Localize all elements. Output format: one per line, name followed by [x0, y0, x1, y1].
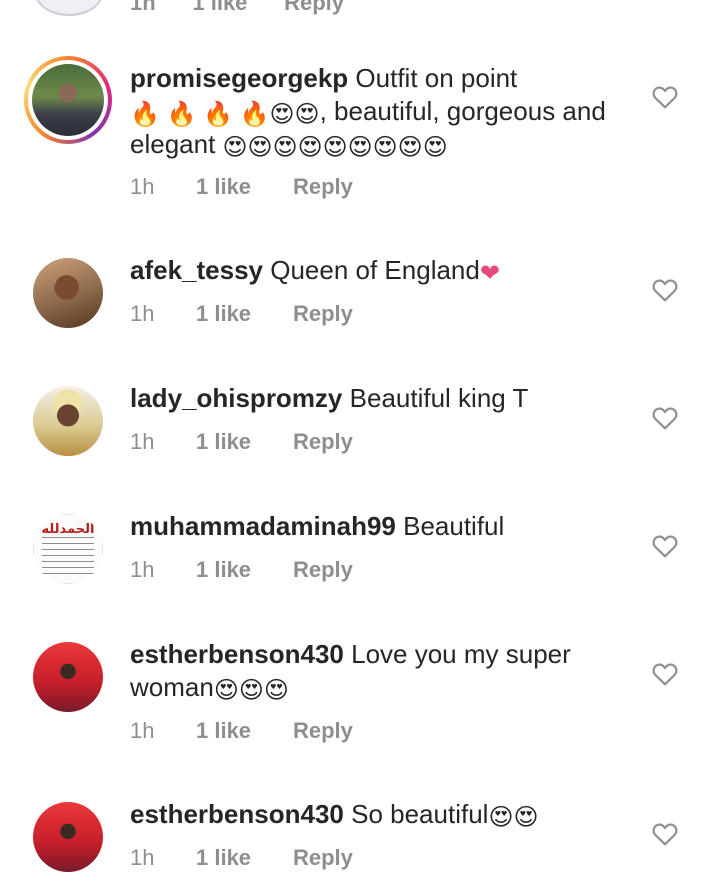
- comment-username[interactable]: lady_ohispromzy: [130, 383, 342, 413]
- heart-outline-icon[interactable]: [652, 85, 678, 109]
- comment-username[interactable]: estherbenson430: [130, 799, 344, 829]
- comment-username[interactable]: muhammadaminah99: [130, 511, 396, 541]
- avatar[interactable]: [24, 56, 112, 144]
- comment-text: So beautiful: [351, 799, 489, 829]
- heart-emoji: ❤: [479, 260, 500, 287]
- heart-outline-icon[interactable]: [652, 278, 678, 302]
- comment-likes[interactable]: 1 like: [196, 174, 293, 200]
- reply-button[interactable]: Reply: [293, 845, 353, 871]
- comment-likes[interactable]: 1 like: [196, 301, 293, 327]
- avatar[interactable]: [33, 642, 103, 712]
- reply-button[interactable]: Reply: [293, 301, 353, 327]
- comment-text: Queen of England: [270, 255, 480, 285]
- heart-outline-icon[interactable]: [652, 406, 678, 430]
- reply-button[interactable]: Reply: [284, 0, 344, 15]
- heart-outline-icon[interactable]: [652, 534, 678, 558]
- comment-username[interactable]: estherbenson430: [130, 639, 344, 669]
- emoji-group: 😍😍😍: [213, 677, 289, 704]
- comment-meta: 1h 1 like Reply: [130, 557, 353, 583]
- reply-button[interactable]: Reply: [293, 718, 353, 744]
- emoji-group: 😍😍😍😍😍😍😍😍😍: [222, 134, 448, 161]
- comment-likes[interactable]: 1 like: [196, 718, 293, 744]
- emoji-group: 😍😍: [488, 804, 539, 831]
- reply-button[interactable]: Reply: [293, 429, 353, 455]
- comment-body: muhammadaminah99 Beautiful: [130, 510, 610, 543]
- comment-likes[interactable]: 1 like: [196, 557, 293, 583]
- avatar[interactable]: [33, 802, 103, 872]
- avatar[interactable]: [33, 258, 103, 328]
- comment-username[interactable]: afek_tessy: [130, 255, 263, 285]
- comment-text: Outfit on point: [355, 63, 518, 93]
- comment-likes[interactable]: 1 like: [196, 845, 293, 871]
- avatar-text: الحمدلله: [41, 521, 95, 536]
- comment-text: Beautiful king T: [349, 383, 529, 413]
- comment-meta: 1h 1 like Reply: [130, 0, 344, 15]
- comment-text: Beautiful: [403, 511, 505, 541]
- comment-time: 1h: [130, 557, 155, 582]
- comment-time: 1h: [130, 429, 155, 454]
- comment-body: afek_tessy Queen of England❤: [130, 254, 610, 287]
- heart-outline-icon[interactable]: [652, 822, 678, 846]
- comment-meta: 1h 1 like Reply: [130, 845, 353, 871]
- comment-username[interactable]: promisegeorgekp: [130, 63, 348, 93]
- emoji-group: 🔥 🔥 🔥 🔥😍😍: [130, 101, 320, 128]
- avatar[interactable]: [33, 386, 103, 456]
- comment-meta: 1h 1 like Reply: [130, 301, 353, 327]
- heart-outline-icon[interactable]: [652, 662, 678, 686]
- reply-button[interactable]: Reply: [293, 557, 353, 583]
- comment-likes[interactable]: 1 like: [196, 429, 293, 455]
- avatar[interactable]: الحمدلله: [33, 514, 103, 584]
- comment-body: estherbenson430 Love you my super woman😍…: [130, 638, 610, 704]
- comment-time: 1h: [130, 845, 155, 870]
- comment-time: 1h: [130, 718, 155, 743]
- comment-meta: 1h 1 like Reply: [130, 429, 353, 455]
- comment-time: 1h: [130, 301, 155, 326]
- previous-comment-partial: 1h 1 like Reply: [0, 0, 720, 16]
- reply-button[interactable]: Reply: [293, 174, 353, 200]
- comment-meta: 1h 1 like Reply: [130, 718, 353, 744]
- comment-meta: 1h 1 like Reply: [130, 174, 353, 200]
- comment-time: 1h: [130, 0, 156, 15]
- comment-time: 1h: [130, 174, 155, 199]
- comment-body: lady_ohispromzy Beautiful king T: [130, 382, 610, 415]
- comment-body: promisegeorgekp Outfit on point 🔥 🔥 🔥 🔥😍…: [130, 62, 610, 161]
- comment-body: estherbenson430 So beautiful😍😍: [130, 798, 610, 831]
- avatar[interactable]: [35, 0, 103, 16]
- comment-likes[interactable]: 1 like: [192, 0, 247, 15]
